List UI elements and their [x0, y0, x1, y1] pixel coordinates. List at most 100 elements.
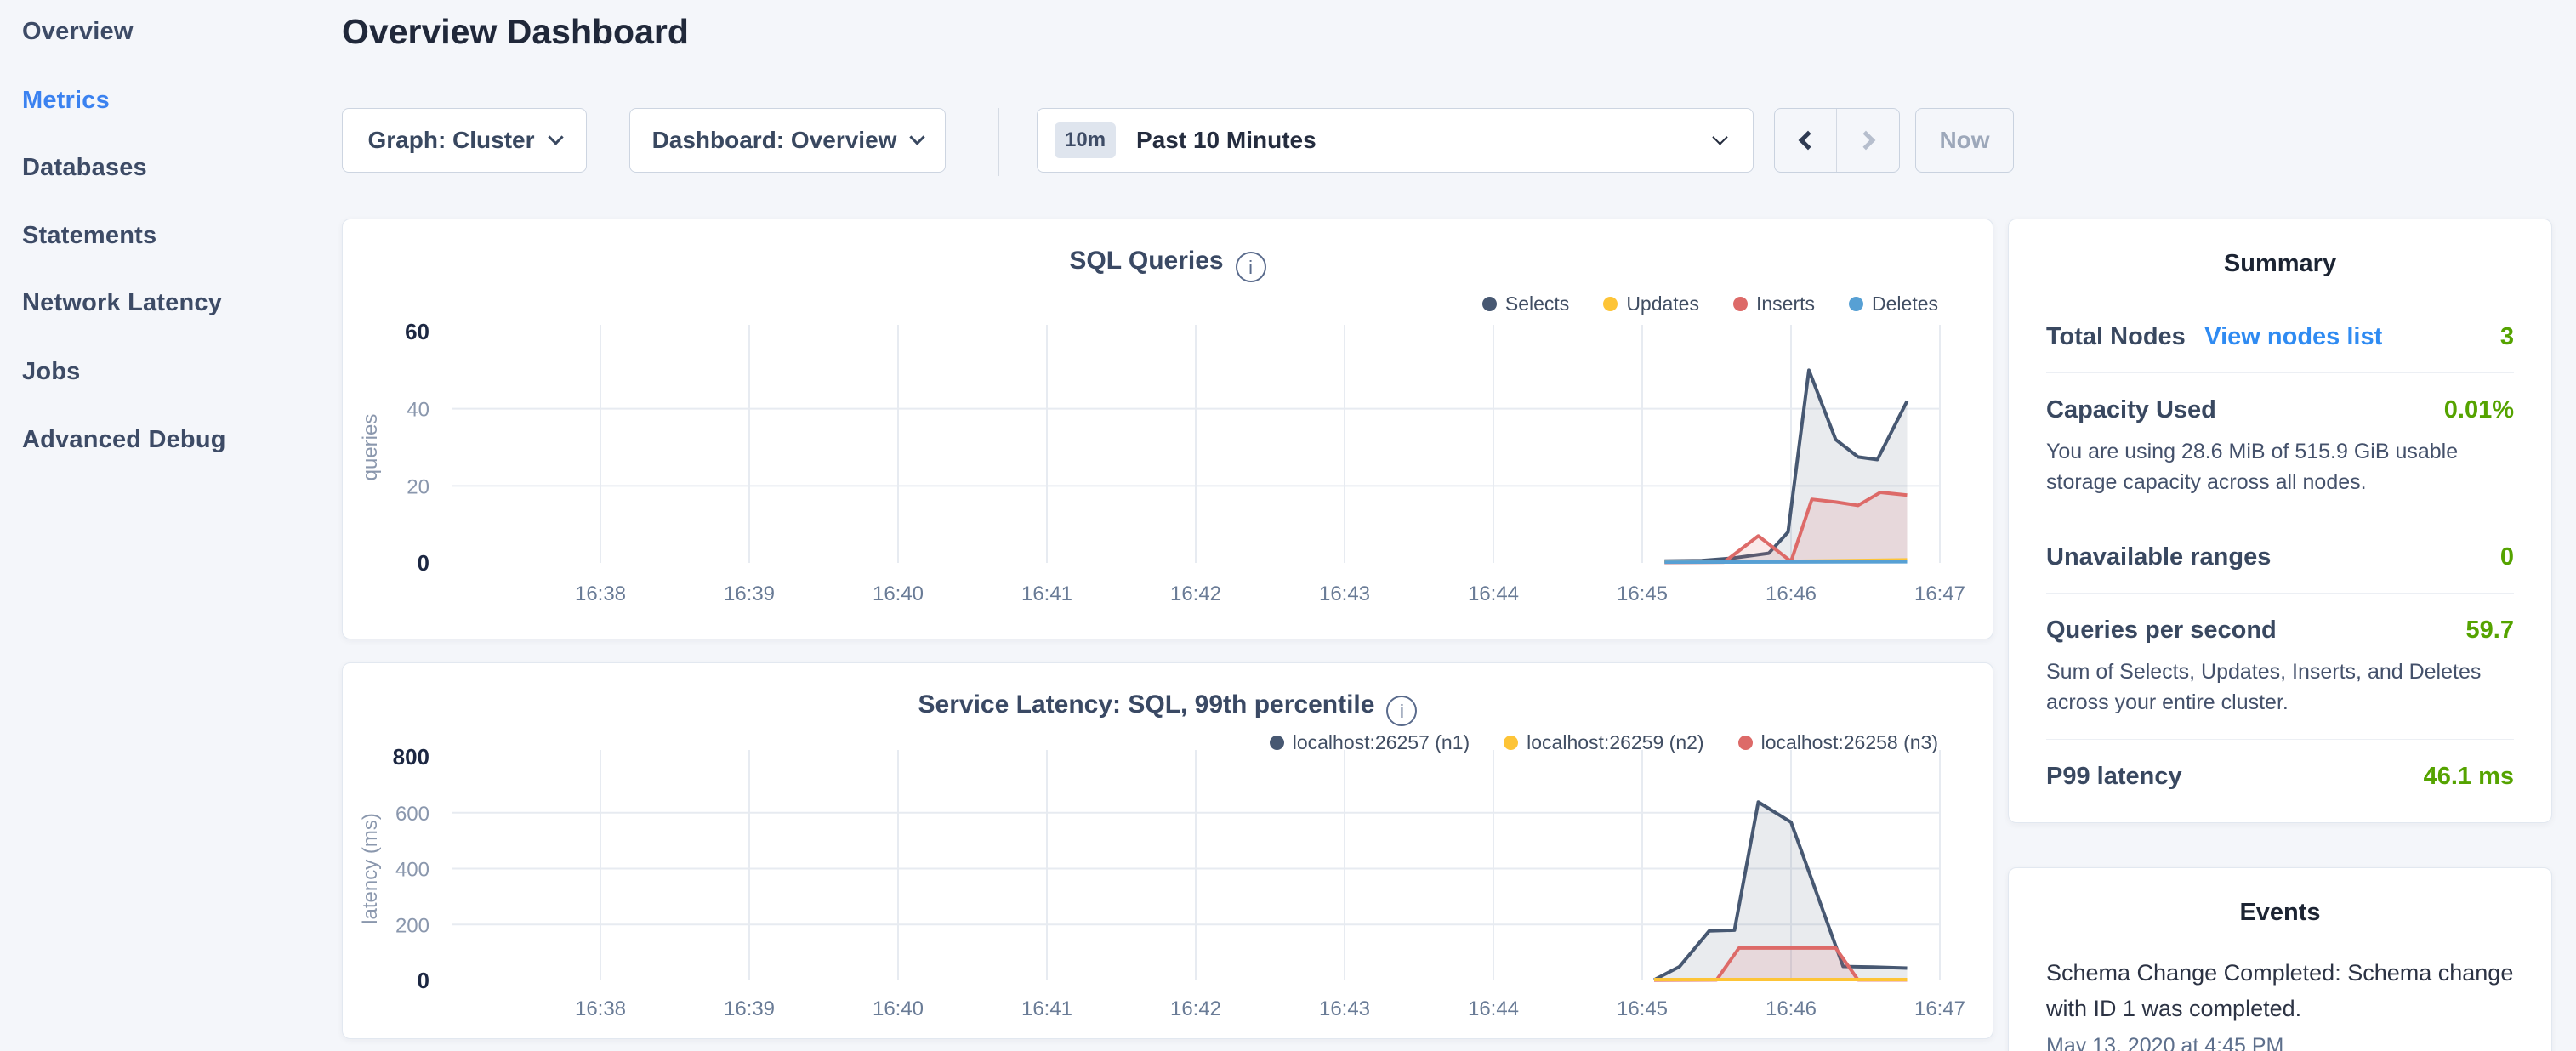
chevron-left-icon — [1799, 131, 1818, 151]
x-axis-tick-label: 16:42 — [1170, 582, 1221, 605]
y-axis-tick-label: 0 — [418, 550, 429, 576]
page-title: Overview Dashboard — [342, 12, 689, 52]
app: Overview Metrics Databases Statements Networ… — [0, 0, 2576, 1051]
series-line — [1664, 370, 1907, 560]
event-item-text: Schema Change Completed: Schema change w… — [2046, 956, 2514, 1027]
now-button[interactable]: Now — [1915, 108, 2014, 173]
sidebar-item-overview[interactable]: Overview — [22, 12, 134, 51]
y-axis-unit-label: queries — [359, 414, 382, 481]
sql-queries-legend: Selects Updates Inserts Deletes — [1482, 293, 1938, 315]
legend-item[interactable]: localhost:26257 (n1) — [1270, 731, 1470, 754]
x-axis-tick-label: 16:44 — [1468, 582, 1519, 605]
sidebar-item-advanced-debug[interactable]: Advanced Debug — [22, 420, 226, 459]
sidebar-item-jobs[interactable]: Jobs — [22, 352, 81, 391]
dashboard-dropdown[interactable]: Dashboard: Overview — [629, 108, 946, 173]
x-axis-tick-label: 16:38 — [575, 582, 626, 605]
controls-divider — [998, 108, 999, 176]
y-axis-tick-label: 20 — [407, 475, 429, 498]
summary-row-queries-per-second: Queries per second 59.7 Sum of Selects, … — [2046, 593, 2514, 740]
legend-item[interactable]: localhost:26259 (n2) — [1504, 731, 1703, 754]
x-axis-tick-label: 16:43 — [1319, 997, 1370, 1020]
x-axis-tick-label: 16:43 — [1319, 582, 1370, 605]
y-axis-unit-label: latency (ms) — [359, 813, 382, 924]
y-axis-tick-label: 40 — [407, 399, 429, 422]
chevron-down-icon — [548, 129, 563, 145]
legend-label: localhost:26259 (n2) — [1527, 731, 1703, 754]
summary-panel: Summary Total Nodes View nodes list 3 Ca… — [2008, 219, 2552, 823]
time-nav-group — [1774, 108, 1900, 173]
legend-label: Updates — [1626, 293, 1699, 315]
legend-dot-icon — [1849, 297, 1863, 311]
service-latency-panel: Service Latency: SQL, 99th percentile i l… — [342, 662, 1993, 1039]
legend-item[interactable]: Updates — [1603, 293, 1699, 315]
total-nodes-label: Total Nodes — [2046, 323, 2186, 350]
info-icon[interactable]: i — [1236, 252, 1266, 282]
time-range-badge: 10m — [1055, 122, 1116, 158]
summary-title: Summary — [2046, 219, 2514, 278]
sidebar-item-statements[interactable]: Statements — [22, 216, 156, 255]
time-prev-button[interactable] — [1775, 109, 1837, 172]
sql-queries-panel: SQL Queriesi Selects Updates Inserts Delete… — [342, 219, 1993, 639]
x-axis-tick-label: 16:41 — [1021, 582, 1072, 605]
sql-queries-chart: 16:3816:3916:4016:4116:4216:4316:4416:45… — [343, 219, 1994, 640]
y-axis-tick-label: 0 — [418, 968, 429, 993]
info-icon[interactable]: i — [1386, 696, 1417, 726]
x-axis-tick-label: 16:39 — [724, 997, 775, 1020]
legend-dot-icon — [1738, 736, 1753, 750]
x-axis-tick-label: 16:39 — [724, 582, 775, 605]
legend-label: localhost:26257 (n1) — [1293, 731, 1470, 754]
series-area — [1654, 948, 1908, 980]
dashboard-dropdown-label: Dashboard: Overview — [652, 127, 897, 154]
capacity-used-value: 0.01% — [2444, 396, 2514, 424]
legend-item[interactable]: localhost:26258 (n3) — [1738, 731, 1938, 754]
legend-dot-icon — [1733, 297, 1748, 311]
p99-latency-label: P99 latency — [2046, 763, 2182, 790]
y-axis-tick-label: 60 — [405, 319, 429, 344]
graph-dropdown[interactable]: Graph: Cluster — [342, 108, 587, 173]
y-axis-tick-label: 800 — [393, 744, 429, 770]
legend-label: Inserts — [1756, 293, 1815, 315]
x-axis-tick-label: 16:41 — [1021, 997, 1072, 1020]
y-axis-tick-label: 600 — [395, 803, 429, 826]
series-line — [1654, 802, 1908, 980]
legend-dot-icon — [1603, 297, 1618, 311]
x-axis-tick-label: 16:46 — [1766, 582, 1817, 605]
queries-per-second-label: Queries per second — [2046, 616, 2277, 644]
legend-item[interactable]: Inserts — [1733, 293, 1815, 315]
series-area — [1664, 370, 1907, 563]
x-axis-tick-label: 16:46 — [1766, 997, 1817, 1020]
x-axis-tick-label: 16:47 — [1914, 582, 1965, 605]
legend-label: Deletes — [1872, 293, 1938, 315]
chevron-down-icon — [1712, 129, 1727, 145]
x-axis-tick-label: 16:42 — [1170, 997, 1221, 1020]
x-axis-tick-label: 16:38 — [575, 997, 626, 1020]
p99-latency-value: 46.1 ms — [2424, 763, 2514, 791]
series-area — [1664, 492, 1907, 563]
time-next-button[interactable] — [1837, 109, 1899, 172]
chart-title-row: SQL Queriesi — [343, 247, 1993, 282]
series-line — [1654, 948, 1908, 980]
queries-per-second-value: 59.7 — [2466, 616, 2514, 645]
series-area — [1654, 802, 1908, 980]
series-area — [1664, 562, 1907, 563]
time-range-label: Past 10 Minutes — [1136, 127, 1316, 154]
time-range-selector[interactable]: 10m Past 10 Minutes — [1037, 108, 1754, 173]
y-axis-tick-label: 200 — [395, 914, 429, 937]
sidebar: Overview Metrics Databases Statements Networ… — [0, 0, 332, 1051]
x-axis-tick-label: 16:47 — [1914, 997, 1965, 1020]
legend-item[interactable]: Selects — [1482, 293, 1569, 315]
sidebar-item-metrics[interactable]: Metrics — [22, 81, 110, 120]
events-panel: Events Schema Change Completed: Schema c… — [2008, 867, 2552, 1051]
events-title: Events — [2046, 868, 2514, 927]
x-axis-tick-label: 16:40 — [873, 582, 924, 605]
legend-label: localhost:26258 (n3) — [1761, 731, 1938, 754]
y-axis-tick-label: 400 — [395, 859, 429, 882]
view-nodes-list-link[interactable]: View nodes list — [2204, 323, 2382, 350]
sidebar-item-databases[interactable]: Databases — [22, 148, 147, 187]
legend-item[interactable]: Deletes — [1849, 293, 1938, 315]
total-nodes-value: 3 — [2500, 323, 2514, 351]
legend-dot-icon — [1504, 736, 1518, 750]
service-latency-chart-title: Service Latency: SQL, 99th percentile — [918, 690, 1375, 719]
sidebar-item-network-latency[interactable]: Network Latency — [22, 283, 222, 322]
summary-row-unavailable-ranges: Unavailable ranges 0 — [2046, 520, 2514, 593]
